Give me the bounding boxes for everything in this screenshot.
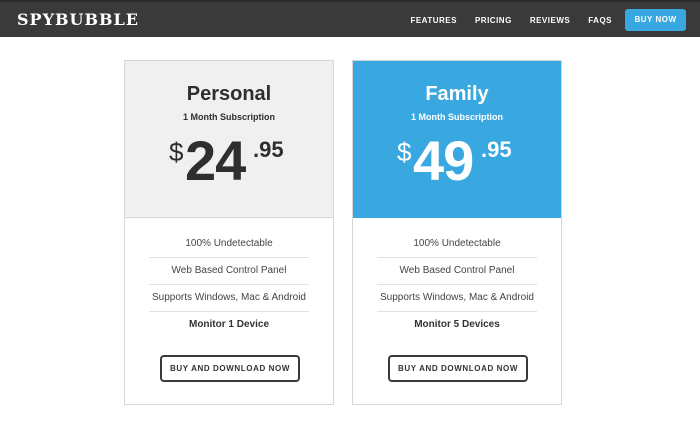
plan-subtitle: 1 Month Subscription: [411, 112, 503, 122]
feature-item-devices: Monitor 5 Devices: [414, 319, 500, 330]
top-navigation-bar: SPYBUBBLE FEATURES PRICING REVIEWS FAQS …: [0, 0, 700, 37]
plan-name: Personal: [186, 83, 272, 105]
pricing-card-header: Personal 1 Month Subscription $ 24 .95: [125, 61, 333, 218]
buy-and-download-button[interactable]: BUY AND DOWNLOAD NOW: [160, 355, 300, 382]
nav-features[interactable]: FEATURES: [410, 16, 457, 25]
feature-item: 100% Undetectable: [377, 231, 537, 258]
plan-name: Family: [425, 83, 489, 105]
feature-item: 100% Undetectable: [149, 231, 309, 258]
buy-now-button[interactable]: BUY NOW: [625, 9, 686, 31]
feature-item-devices: Monitor 1 Device: [188, 319, 270, 330]
plan-price: $ 24 .95: [125, 129, 333, 193]
buy-and-download-button[interactable]: BUY AND DOWNLOAD NOW: [388, 355, 528, 382]
currency-symbol: $: [169, 137, 184, 167]
price-whole: 49: [413, 129, 474, 192]
nav-faqs[interactable]: FAQS: [588, 16, 612, 25]
feature-item: Supports Windows, Mac & Android: [149, 285, 309, 312]
nav-reviews[interactable]: REVIEWS: [530, 16, 570, 25]
feature-list: 100% Undetectable Web Based Control Pane…: [377, 231, 537, 338]
plan-subtitle: 1 Month Subscription: [183, 112, 275, 122]
plan-price: $ 49 .95: [353, 129, 561, 193]
price-whole: 24: [185, 129, 246, 192]
nav-pricing[interactable]: PRICING: [475, 16, 512, 25]
pricing-card-personal: Personal 1 Month Subscription $ 24 .95 1…: [124, 60, 334, 405]
price-cents: .95: [253, 137, 284, 162]
feature-item: Supports Windows, Mac & Android: [377, 285, 537, 312]
price-cents: .95: [481, 137, 512, 162]
main-nav: FEATURES PRICING REVIEWS FAQS BUY NOW: [392, 9, 686, 31]
logo[interactable]: SPYBUBBLE: [17, 10, 139, 29]
currency-symbol: $: [397, 137, 412, 167]
feature-item: Web Based Control Panel: [149, 258, 309, 285]
feature-item: Web Based Control Panel: [377, 258, 537, 285]
feature-list: 100% Undetectable Web Based Control Pane…: [149, 231, 309, 338]
pricing-card-header: Family 1 Month Subscription $ 49 .95: [353, 61, 561, 218]
pricing-card-family: Family 1 Month Subscription $ 49 .95 100…: [352, 60, 562, 405]
